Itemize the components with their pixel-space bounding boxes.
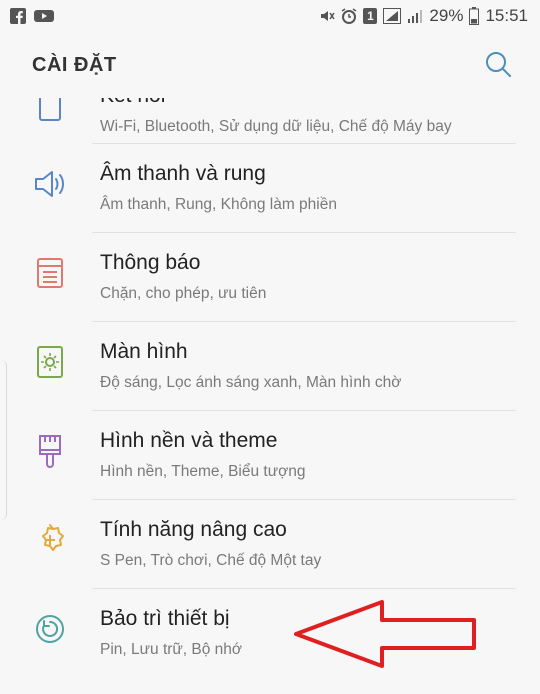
settings-item-display[interactable]: Màn hình Độ sáng, Lọc ánh sáng xanh, Màn…: [0, 321, 540, 410]
signal-box-icon: [383, 8, 402, 24]
settings-item-label: Bảo trì thiết bị: [100, 607, 230, 630]
settings-item-advanced-features[interactable]: Tính năng nâng cao S Pen, Trò chơi, Chế …: [0, 499, 540, 588]
settings-item-sound[interactable]: Âm thanh và rung Âm thanh, Rung, Không l…: [0, 143, 540, 232]
settings-item-label: Hình nền và theme: [100, 429, 278, 452]
alarm-icon: [342, 8, 357, 24]
speaker-icon: [35, 171, 64, 197]
settings-item-summary: Pin, Lưu trữ, Bộ nhớ: [100, 641, 243, 658]
display-icon: [37, 346, 63, 378]
settings-item-wallpapers-themes[interactable]: Hình nền và theme Hình nền, Theme, Biểu …: [0, 410, 540, 499]
settings-item-label: Thông báo: [100, 251, 201, 274]
search-icon[interactable]: [484, 50, 512, 78]
notification-icon: [37, 258, 63, 288]
settings-item-summary: Hình nền, Theme, Biểu tượng: [100, 463, 306, 480]
settings-item-label: Tính năng nâng cao: [100, 518, 287, 541]
settings-item-summary: Wi-Fi, Bluetooth, Sử dụng dữ liệu, Chế đ…: [100, 118, 452, 135]
mute-icon: [321, 11, 336, 21]
gear-plus-icon: [42, 524, 64, 551]
settings-item-notifications[interactable]: Thông báo Chặn, cho phép, ưu tiên: [0, 232, 540, 321]
status-bar: 1 29% 15:51: [0, 0, 540, 34]
signal-icon: [408, 10, 423, 23]
edge-panel-handle[interactable]: [0, 360, 7, 520]
annotation-arrow-icon: [294, 600, 476, 668]
settings-item-summary: Chặn, cho phép, ưu tiên: [100, 285, 267, 302]
app-bar: CÀI ĐẶT: [0, 34, 540, 98]
battery-icon: [469, 7, 480, 25]
facebook-icon: [10, 8, 26, 24]
clock: 15:51: [485, 6, 528, 25]
settings-item-label: Âm thanh và rung: [100, 162, 266, 185]
settings-item-label: Màn hình: [100, 340, 188, 363]
battery-percent: 29%: [429, 6, 464, 25]
sim-badge: 1: [363, 8, 378, 24]
settings-item-summary: Độ sáng, Lọc ánh sáng xanh, Màn hình chờ: [100, 374, 402, 391]
settings-item-summary: Âm thanh, Rung, Không làm phiền: [100, 196, 337, 213]
paintbrush-icon: [39, 435, 61, 468]
youtube-icon: [34, 10, 54, 22]
settings-item-summary: S Pen, Trò chơi, Chế độ Một tay: [100, 552, 322, 569]
page-title: CÀI ĐẶT: [32, 54, 117, 76]
maintenance-icon: [36, 615, 64, 643]
